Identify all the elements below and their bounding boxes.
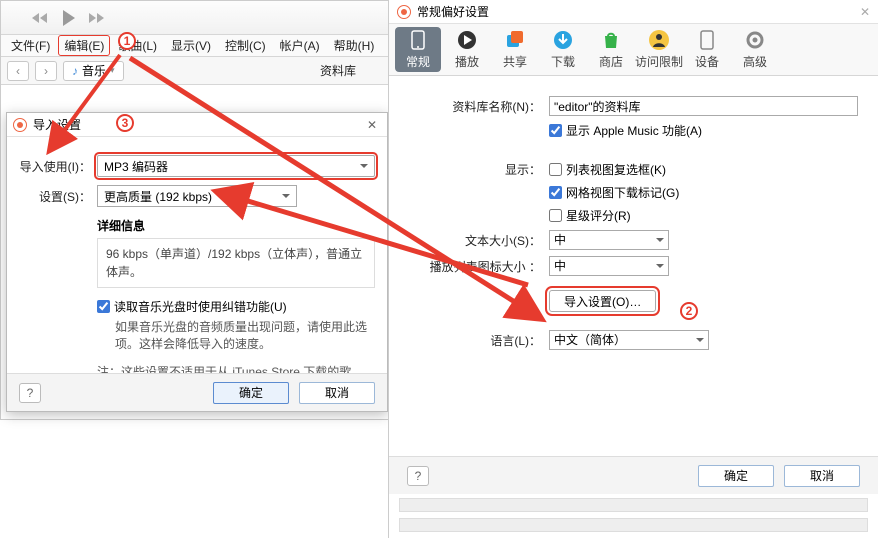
cancel-button[interactable]: 取消	[784, 465, 860, 487]
import-settings-button[interactable]: 导入设置(O)…	[549, 290, 656, 312]
tab-label: 高级	[743, 53, 767, 70]
views-label: 显示：	[409, 161, 549, 178]
playlist-icon-value: 中	[554, 259, 566, 273]
tab-label: 共享	[503, 53, 527, 70]
language-value: 中文（简体）	[554, 333, 626, 347]
tab-label: 访问限制	[635, 53, 683, 70]
previous-icon[interactable]	[31, 11, 51, 25]
detail-heading: 详细信息	[97, 217, 375, 234]
grid-marker-label: 网格视图下载标记(G)	[566, 184, 679, 201]
prefs-title: 常规偏好设置	[417, 3, 489, 20]
prefs-footer: ? 确定 取消	[389, 456, 878, 494]
close-icon[interactable]: ✕	[363, 118, 381, 132]
library-chevron: ㅤ	[372, 62, 383, 79]
font-size-value: 中	[554, 233, 566, 247]
download-icon	[552, 29, 574, 51]
dialog-body: 导入使用(I)： MP3 编码器 设置(S)： 更高质量 (192 kbps) …	[7, 137, 387, 407]
error-correction-note: 如果音乐光盘的音频质量出现问题，请使用此选项。这样会降低导入的速度。	[115, 319, 375, 353]
tab-label: 播放	[455, 53, 479, 70]
dialog-title: 导入设置	[33, 116, 81, 133]
prefs-toolbar: 常规 播放 共享 下载 商店 访问限制 设备 高级	[389, 24, 878, 76]
tab-store[interactable]: 商店	[587, 24, 635, 75]
tab-downloads[interactable]: 下载	[539, 24, 587, 75]
font-size-label: 文本大小(S)：	[409, 232, 549, 249]
app-icon	[397, 5, 411, 19]
list-checkbox-label: 列表视图复选框(K)	[566, 161, 666, 178]
list-checkbox-checkbox[interactable]	[549, 163, 562, 176]
preferences-window: 常规偏好设置 ✕ 常规 播放 共享 下载 商店 访问限制 设备	[388, 0, 878, 538]
prefs-titlebar: 常规偏好设置 ✕	[389, 0, 878, 24]
library-name-label: 资料库名称(N)：	[409, 98, 549, 115]
menu-song[interactable]: 歌曲(L)	[112, 35, 163, 56]
tab-label: 常规	[406, 53, 430, 70]
close-icon[interactable]: ✕	[860, 5, 870, 19]
background-strips	[389, 494, 878, 538]
menu-account[interactable]: 帐户(A)	[274, 35, 326, 56]
tab-playback[interactable]: 播放	[443, 24, 491, 75]
menu-view[interactable]: 显示(V)	[165, 35, 217, 56]
media-picker[interactable]: ♪ 音乐 ▾	[63, 61, 124, 81]
grid-marker-checkbox[interactable]	[549, 186, 562, 199]
tab-label: 下载	[551, 53, 575, 70]
play-icon	[456, 29, 478, 51]
phone-icon	[407, 29, 429, 51]
library-label[interactable]: 资料库	[310, 60, 366, 81]
cancel-button[interactable]: 取消	[299, 382, 375, 404]
import-setting-select[interactable]: 更高质量 (192 kbps)	[97, 185, 297, 207]
dialog-titlebar: 导入设置 ✕	[7, 113, 387, 137]
playlist-icon-label: 播放列表图标大小 ：	[409, 258, 549, 275]
ok-button[interactable]: 确定	[698, 465, 774, 487]
menu-bar: 文件(F) 编辑(E) 歌曲(L) 显示(V) 控制(C) 帐户(A) 帮助(H…	[1, 35, 389, 57]
help-button[interactable]: ?	[19, 383, 41, 403]
tab-sharing[interactable]: 共享	[491, 24, 539, 75]
language-label: 语言(L)：	[409, 332, 549, 349]
playback-bar	[1, 1, 389, 35]
menu-help[interactable]: 帮助(H)	[328, 35, 381, 56]
bag-icon	[600, 29, 622, 51]
person-icon	[648, 29, 670, 51]
tab-devices[interactable]: 设备	[683, 24, 731, 75]
error-correction-label: 读取音乐光盘时使用纠错功能(U)	[114, 298, 287, 315]
library-name-input[interactable]	[549, 96, 858, 116]
ok-button[interactable]: 确定	[213, 382, 289, 404]
share-icon	[504, 29, 526, 51]
menu-edit[interactable]: 编辑(E)	[58, 35, 110, 56]
detail-text: 96 kbps（单声道）/192 kbps（立体声），普通立体声。	[97, 238, 375, 288]
show-apple-music-checkbox[interactable]	[549, 124, 562, 137]
media-picker-label: 音乐	[82, 62, 106, 79]
import-setting-label: 设置(S)：	[19, 188, 97, 205]
prefs-body: 资料库名称(N)： 显示 Apple Music 功能(A) 显示： 列表视图复…	[389, 76, 878, 538]
language-select[interactable]: 中文（简体）	[549, 330, 709, 350]
menu-control[interactable]: 控制(C)	[219, 35, 272, 56]
import-setting-value: 更高质量 (192 kbps)	[104, 188, 212, 205]
tab-advanced[interactable]: 高级	[731, 24, 779, 75]
error-correction-checkbox[interactable]	[97, 300, 110, 313]
tab-label: 商店	[599, 53, 623, 70]
font-size-select[interactable]: 中	[549, 230, 669, 250]
device-icon	[696, 29, 718, 51]
tab-restrictions[interactable]: 访问限制	[635, 24, 683, 75]
help-button[interactable]: ?	[407, 466, 429, 486]
import-settings-dialog: 导入设置 ✕ 导入使用(I)： MP3 编码器 设置(S)： 更高质量 (192…	[6, 112, 388, 412]
menu-file[interactable]: 文件(F)	[5, 35, 56, 56]
import-use-select[interactable]: MP3 编码器	[97, 155, 375, 177]
forward-button[interactable]: ›	[35, 61, 57, 81]
star-rating-label: 星级评分(R)	[566, 207, 631, 224]
dialog-footer: ? 确定 取消	[7, 373, 387, 411]
import-use-label: 导入使用(I)：	[19, 158, 97, 175]
next-icon[interactable]	[85, 11, 105, 25]
play-icon[interactable]	[57, 7, 79, 29]
chevron-down-icon: ▾	[110, 65, 115, 76]
star-rating-checkbox[interactable]	[549, 209, 562, 222]
music-icon: ♪	[72, 64, 78, 78]
nav-toolbar: ‹ › ♪ 音乐 ▾ 资料库 ㅤ	[1, 57, 389, 85]
show-apple-music-label: 显示 Apple Music 功能(A)	[566, 122, 702, 139]
gear-icon	[744, 29, 766, 51]
import-use-value: MP3 编码器	[104, 158, 168, 175]
playlist-icon-select[interactable]: 中	[549, 256, 669, 276]
tab-label: 设备	[695, 53, 719, 70]
back-button[interactable]: ‹	[7, 61, 29, 81]
tab-general[interactable]: 常规	[395, 27, 441, 72]
app-icon	[13, 118, 27, 132]
